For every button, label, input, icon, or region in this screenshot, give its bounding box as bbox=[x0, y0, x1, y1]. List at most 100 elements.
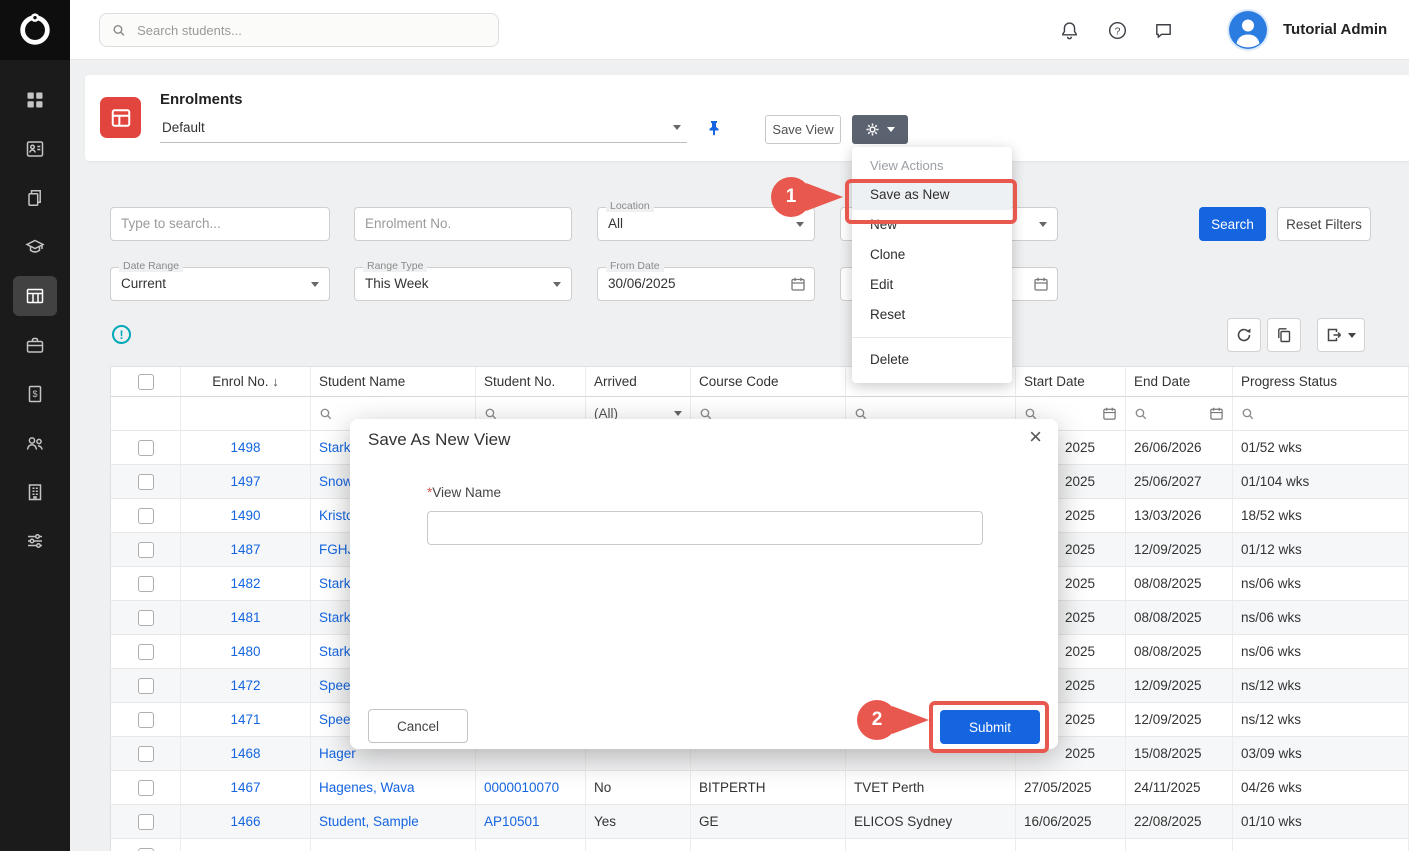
annotation-step-2: 2 bbox=[857, 700, 897, 740]
user-avatar[interactable] bbox=[1229, 11, 1267, 49]
sidebar-item-enrolments[interactable] bbox=[13, 276, 57, 316]
menu-item-delete[interactable]: Delete bbox=[852, 345, 1012, 375]
student-name-link[interactable]: Hager bbox=[319, 746, 356, 761]
sidebar-item-settings[interactable] bbox=[13, 521, 57, 561]
view-selector[interactable]: Default bbox=[160, 113, 687, 143]
refresh-button[interactable] bbox=[1227, 318, 1261, 352]
messages-button[interactable] bbox=[1152, 19, 1174, 41]
app-logo-icon bbox=[16, 11, 54, 49]
select-all-checkbox[interactable] bbox=[138, 374, 154, 390]
filter-from-date[interactable]: From Date 30/06/2025 bbox=[597, 267, 815, 301]
sidebar-item-services[interactable] bbox=[13, 325, 57, 365]
search-button[interactable]: Search bbox=[1199, 207, 1266, 241]
pin-view-button[interactable] bbox=[703, 117, 725, 139]
view-name-input[interactable] bbox=[427, 511, 983, 545]
filter-cell-progress[interactable] bbox=[1233, 397, 1409, 431]
help-button[interactable]: ? bbox=[1106, 19, 1128, 41]
filter-enrolment-no[interactable]: Enrolment No. bbox=[354, 207, 572, 241]
sidebar-item-dashboard[interactable] bbox=[13, 80, 57, 120]
column-header-enrol-no[interactable]: Enrol No. ↓ bbox=[181, 367, 311, 397]
sidebar-item-documents[interactable] bbox=[13, 178, 57, 218]
sidebar-item-agents[interactable] bbox=[13, 423, 57, 463]
student-name-link[interactable]: Hagenes, Wava bbox=[319, 780, 415, 795]
student-name-link[interactable]: Stark, bbox=[319, 644, 354, 659]
row-checkbox[interactable] bbox=[138, 542, 154, 558]
column-header-arrived[interactable]: Arrived bbox=[586, 367, 691, 397]
filter-cell-end-date[interactable] bbox=[1126, 397, 1233, 431]
student-name-link[interactable]: Stark, bbox=[319, 440, 354, 455]
column-header-student-name[interactable]: Student Name bbox=[311, 367, 476, 397]
row-checkbox[interactable] bbox=[138, 814, 154, 830]
chevron-down-icon bbox=[887, 127, 895, 132]
menu-item-reset[interactable]: Reset bbox=[852, 300, 1012, 330]
row-checkbox[interactable] bbox=[138, 780, 154, 796]
info-icon[interactable]: ! bbox=[112, 325, 131, 344]
view-actions-button[interactable] bbox=[852, 115, 908, 144]
enrol-no-link[interactable]: 1487 bbox=[230, 542, 260, 557]
enrol-no-link[interactable]: 1468 bbox=[230, 746, 260, 761]
search-input[interactable] bbox=[135, 22, 486, 39]
student-name-link[interactable]: Stark, bbox=[319, 610, 354, 625]
filter-keyword[interactable]: Type to search... bbox=[110, 207, 330, 241]
column-header-course-code[interactable]: Course Code bbox=[691, 367, 846, 397]
row-checkbox[interactable] bbox=[138, 440, 154, 456]
chat-icon bbox=[1153, 20, 1174, 41]
cancel-button[interactable]: Cancel bbox=[368, 709, 468, 743]
user-name[interactable]: Tutorial Admin bbox=[1283, 21, 1387, 38]
table-icon bbox=[110, 107, 132, 129]
sidebar-item-finance[interactable]: $ bbox=[13, 374, 57, 414]
student-no-link[interactable]: AP10501 bbox=[484, 814, 540, 829]
reset-filters-button[interactable]: Reset Filters bbox=[1277, 207, 1371, 241]
enrol-no-link[interactable]: 1466 bbox=[230, 814, 260, 829]
copy-button[interactable] bbox=[1267, 318, 1301, 352]
row-checkbox[interactable] bbox=[138, 746, 154, 762]
sidebar-item-organisation[interactable] bbox=[13, 472, 57, 512]
enrol-no-link[interactable]: 1467 bbox=[230, 780, 260, 795]
enrol-no-link[interactable]: 1497 bbox=[230, 474, 260, 489]
row-checkbox[interactable] bbox=[138, 508, 154, 524]
enrol-no-link[interactable]: 1498 bbox=[230, 440, 260, 455]
sliders-icon bbox=[25, 531, 45, 551]
save-view-button[interactable]: Save View bbox=[765, 115, 841, 144]
row-checkbox[interactable] bbox=[138, 610, 154, 626]
student-no-link[interactable]: 0000010070 bbox=[484, 780, 559, 795]
column-header-start-date[interactable]: Start Date bbox=[1016, 367, 1126, 397]
student-name-link[interactable]: Kristo bbox=[319, 508, 354, 523]
enrol-no-link[interactable]: 1490 bbox=[230, 508, 260, 523]
menu-item-clone[interactable]: Clone bbox=[852, 240, 1012, 270]
filter-label: From Date bbox=[606, 260, 664, 272]
id-card-icon bbox=[25, 139, 45, 159]
enrol-no-link[interactable]: 1482 bbox=[230, 576, 260, 591]
close-icon[interactable]: × bbox=[1029, 424, 1042, 450]
documents-icon bbox=[25, 188, 45, 208]
student-name-link[interactable]: Stark, bbox=[319, 576, 354, 591]
row-checkbox[interactable] bbox=[138, 576, 154, 592]
row-checkbox[interactable] bbox=[138, 644, 154, 660]
column-header-end-date[interactable]: End Date bbox=[1126, 367, 1233, 397]
row-checkbox[interactable] bbox=[138, 848, 154, 851]
enrol-no-link[interactable]: 1481 bbox=[230, 610, 260, 625]
table-row bbox=[111, 839, 1409, 851]
filter-date-range[interactable]: Date Range Current bbox=[110, 267, 330, 301]
student-name-link[interactable]: Student, Sample bbox=[319, 814, 419, 829]
column-header-student-no[interactable]: Student No. bbox=[476, 367, 586, 397]
sidebar-item-courses[interactable] bbox=[13, 227, 57, 267]
row-checkbox[interactable] bbox=[138, 474, 154, 490]
svg-text:$: $ bbox=[32, 389, 37, 399]
enrol-no-link[interactable]: 1472 bbox=[230, 678, 260, 693]
menu-item-edit[interactable]: Edit bbox=[852, 270, 1012, 300]
sidebar-item-contacts[interactable] bbox=[13, 129, 57, 169]
pin-icon bbox=[706, 120, 722, 136]
chevron-down-icon bbox=[674, 411, 682, 416]
app-logo[interactable] bbox=[0, 0, 70, 60]
enrol-no-link[interactable]: 1480 bbox=[230, 644, 260, 659]
enrol-no-link[interactable]: 1471 bbox=[230, 712, 260, 727]
export-button[interactable] bbox=[1317, 318, 1365, 352]
row-checkbox[interactable] bbox=[138, 712, 154, 728]
filter-range-type[interactable]: Range Type This Week bbox=[354, 267, 572, 301]
copy-icon bbox=[1276, 327, 1292, 343]
column-header-progress-status[interactable]: Progress Status bbox=[1233, 367, 1409, 397]
notifications-button[interactable] bbox=[1058, 19, 1080, 41]
global-search bbox=[99, 13, 499, 47]
row-checkbox[interactable] bbox=[138, 678, 154, 694]
